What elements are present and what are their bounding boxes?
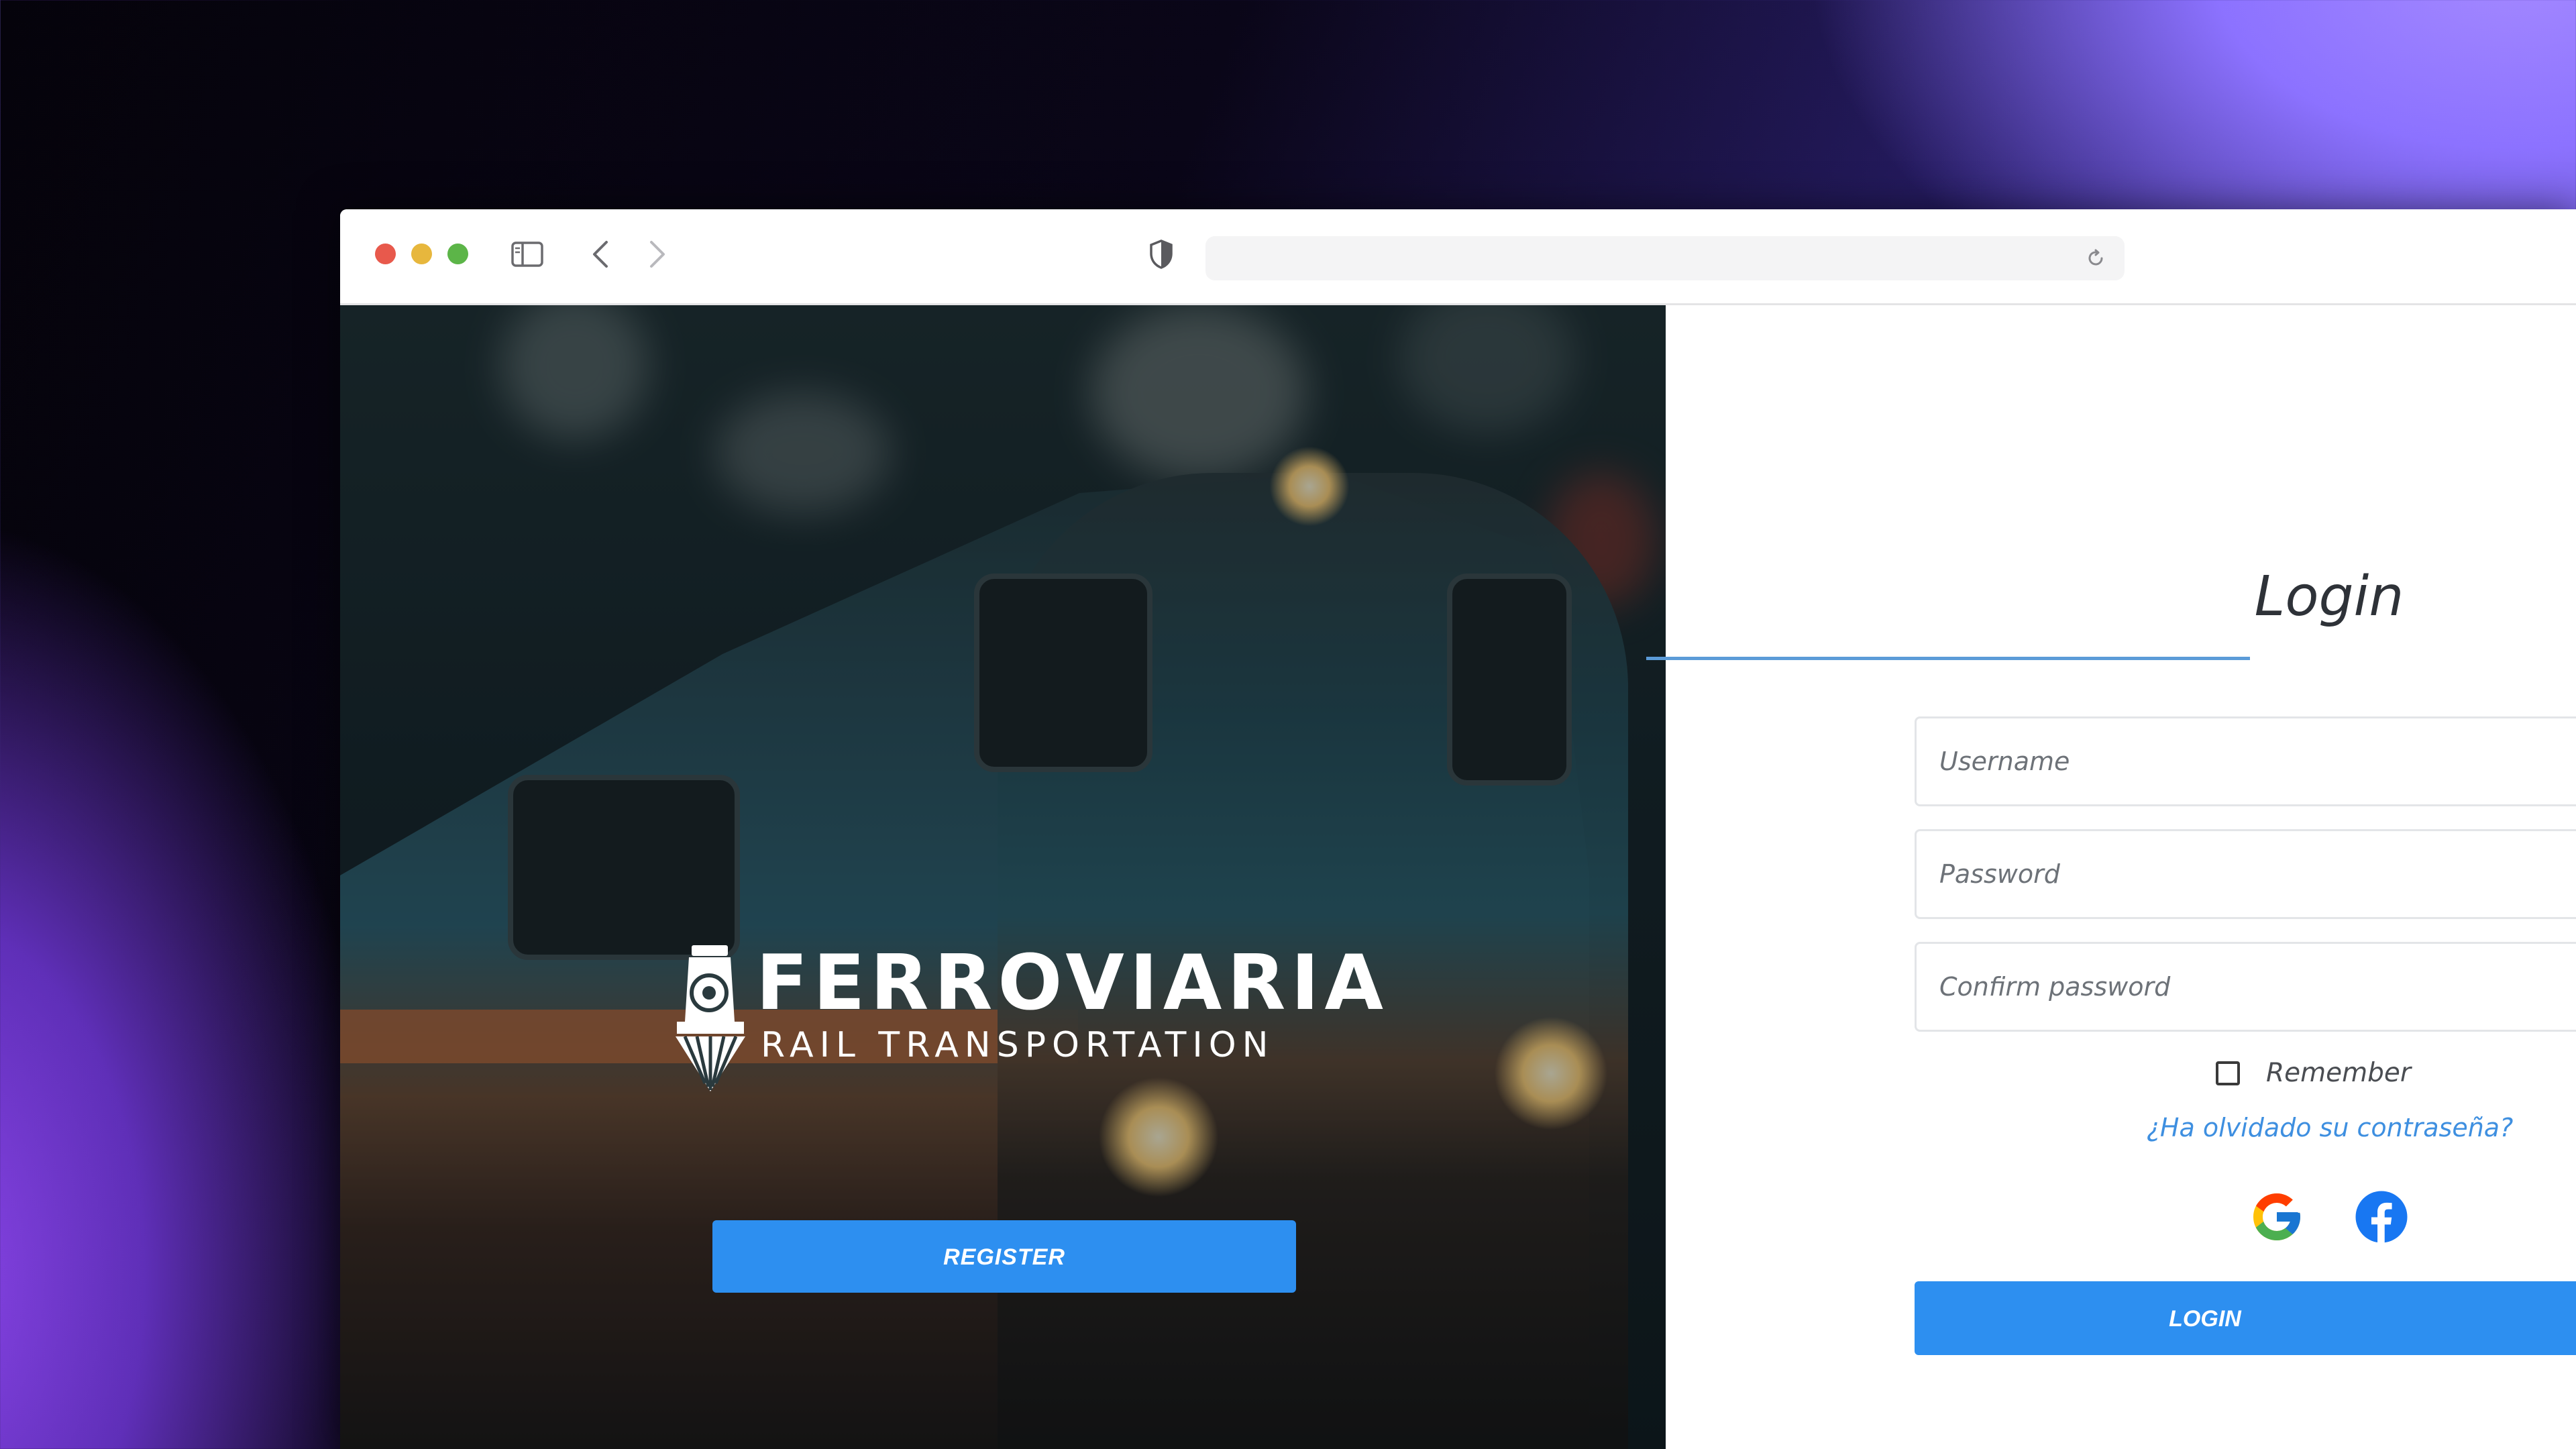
forgot-password-link[interactable]: ¿Ha olvidado su contraseña?	[2129, 1111, 2531, 1144]
username-input[interactable]	[1915, 716, 2576, 806]
register-button[interactable]: REGISTER	[712, 1220, 1296, 1293]
maximize-window-button[interactable]	[447, 244, 468, 264]
brand-title: FERROVIARIA	[756, 938, 1389, 1027]
facebook-icon[interactable]	[2353, 1189, 2410, 1245]
login-button[interactable]: LOGIN	[1915, 1281, 2576, 1355]
login-title: Login	[2254, 565, 2404, 629]
title-underline	[1646, 657, 2250, 660]
close-window-button[interactable]	[375, 244, 396, 264]
back-arrow-icon[interactable]	[590, 239, 610, 269]
browser-toolbar	[340, 209, 2576, 305]
password-input[interactable]	[1915, 829, 2576, 919]
remember-checkbox[interactable]	[2216, 1061, 2240, 1085]
remember-label: Remember	[2266, 1058, 2411, 1088]
address-bar[interactable]	[1205, 236, 2125, 280]
forward-arrow-icon[interactable]	[647, 239, 667, 269]
hero-train-image: FERROVIARIA RAIL TRANSPORTATION REGISTER	[340, 305, 1666, 1449]
minimize-window-button[interactable]	[411, 244, 432, 264]
privacy-shield-icon[interactable]	[1149, 239, 1173, 270]
brand-logo: FERROVIARIA RAIL TRANSPORTATION	[670, 943, 1383, 1097]
brand-subtitle: RAIL TRANSPORTATION	[761, 1025, 1275, 1065]
google-icon[interactable]	[2249, 1189, 2305, 1245]
sidebar-toggle-icon[interactable]	[511, 241, 543, 267]
reload-icon[interactable]	[2086, 248, 2106, 268]
confirm-password-input[interactable]	[1915, 942, 2576, 1032]
locomotive-icon	[676, 945, 745, 1091]
